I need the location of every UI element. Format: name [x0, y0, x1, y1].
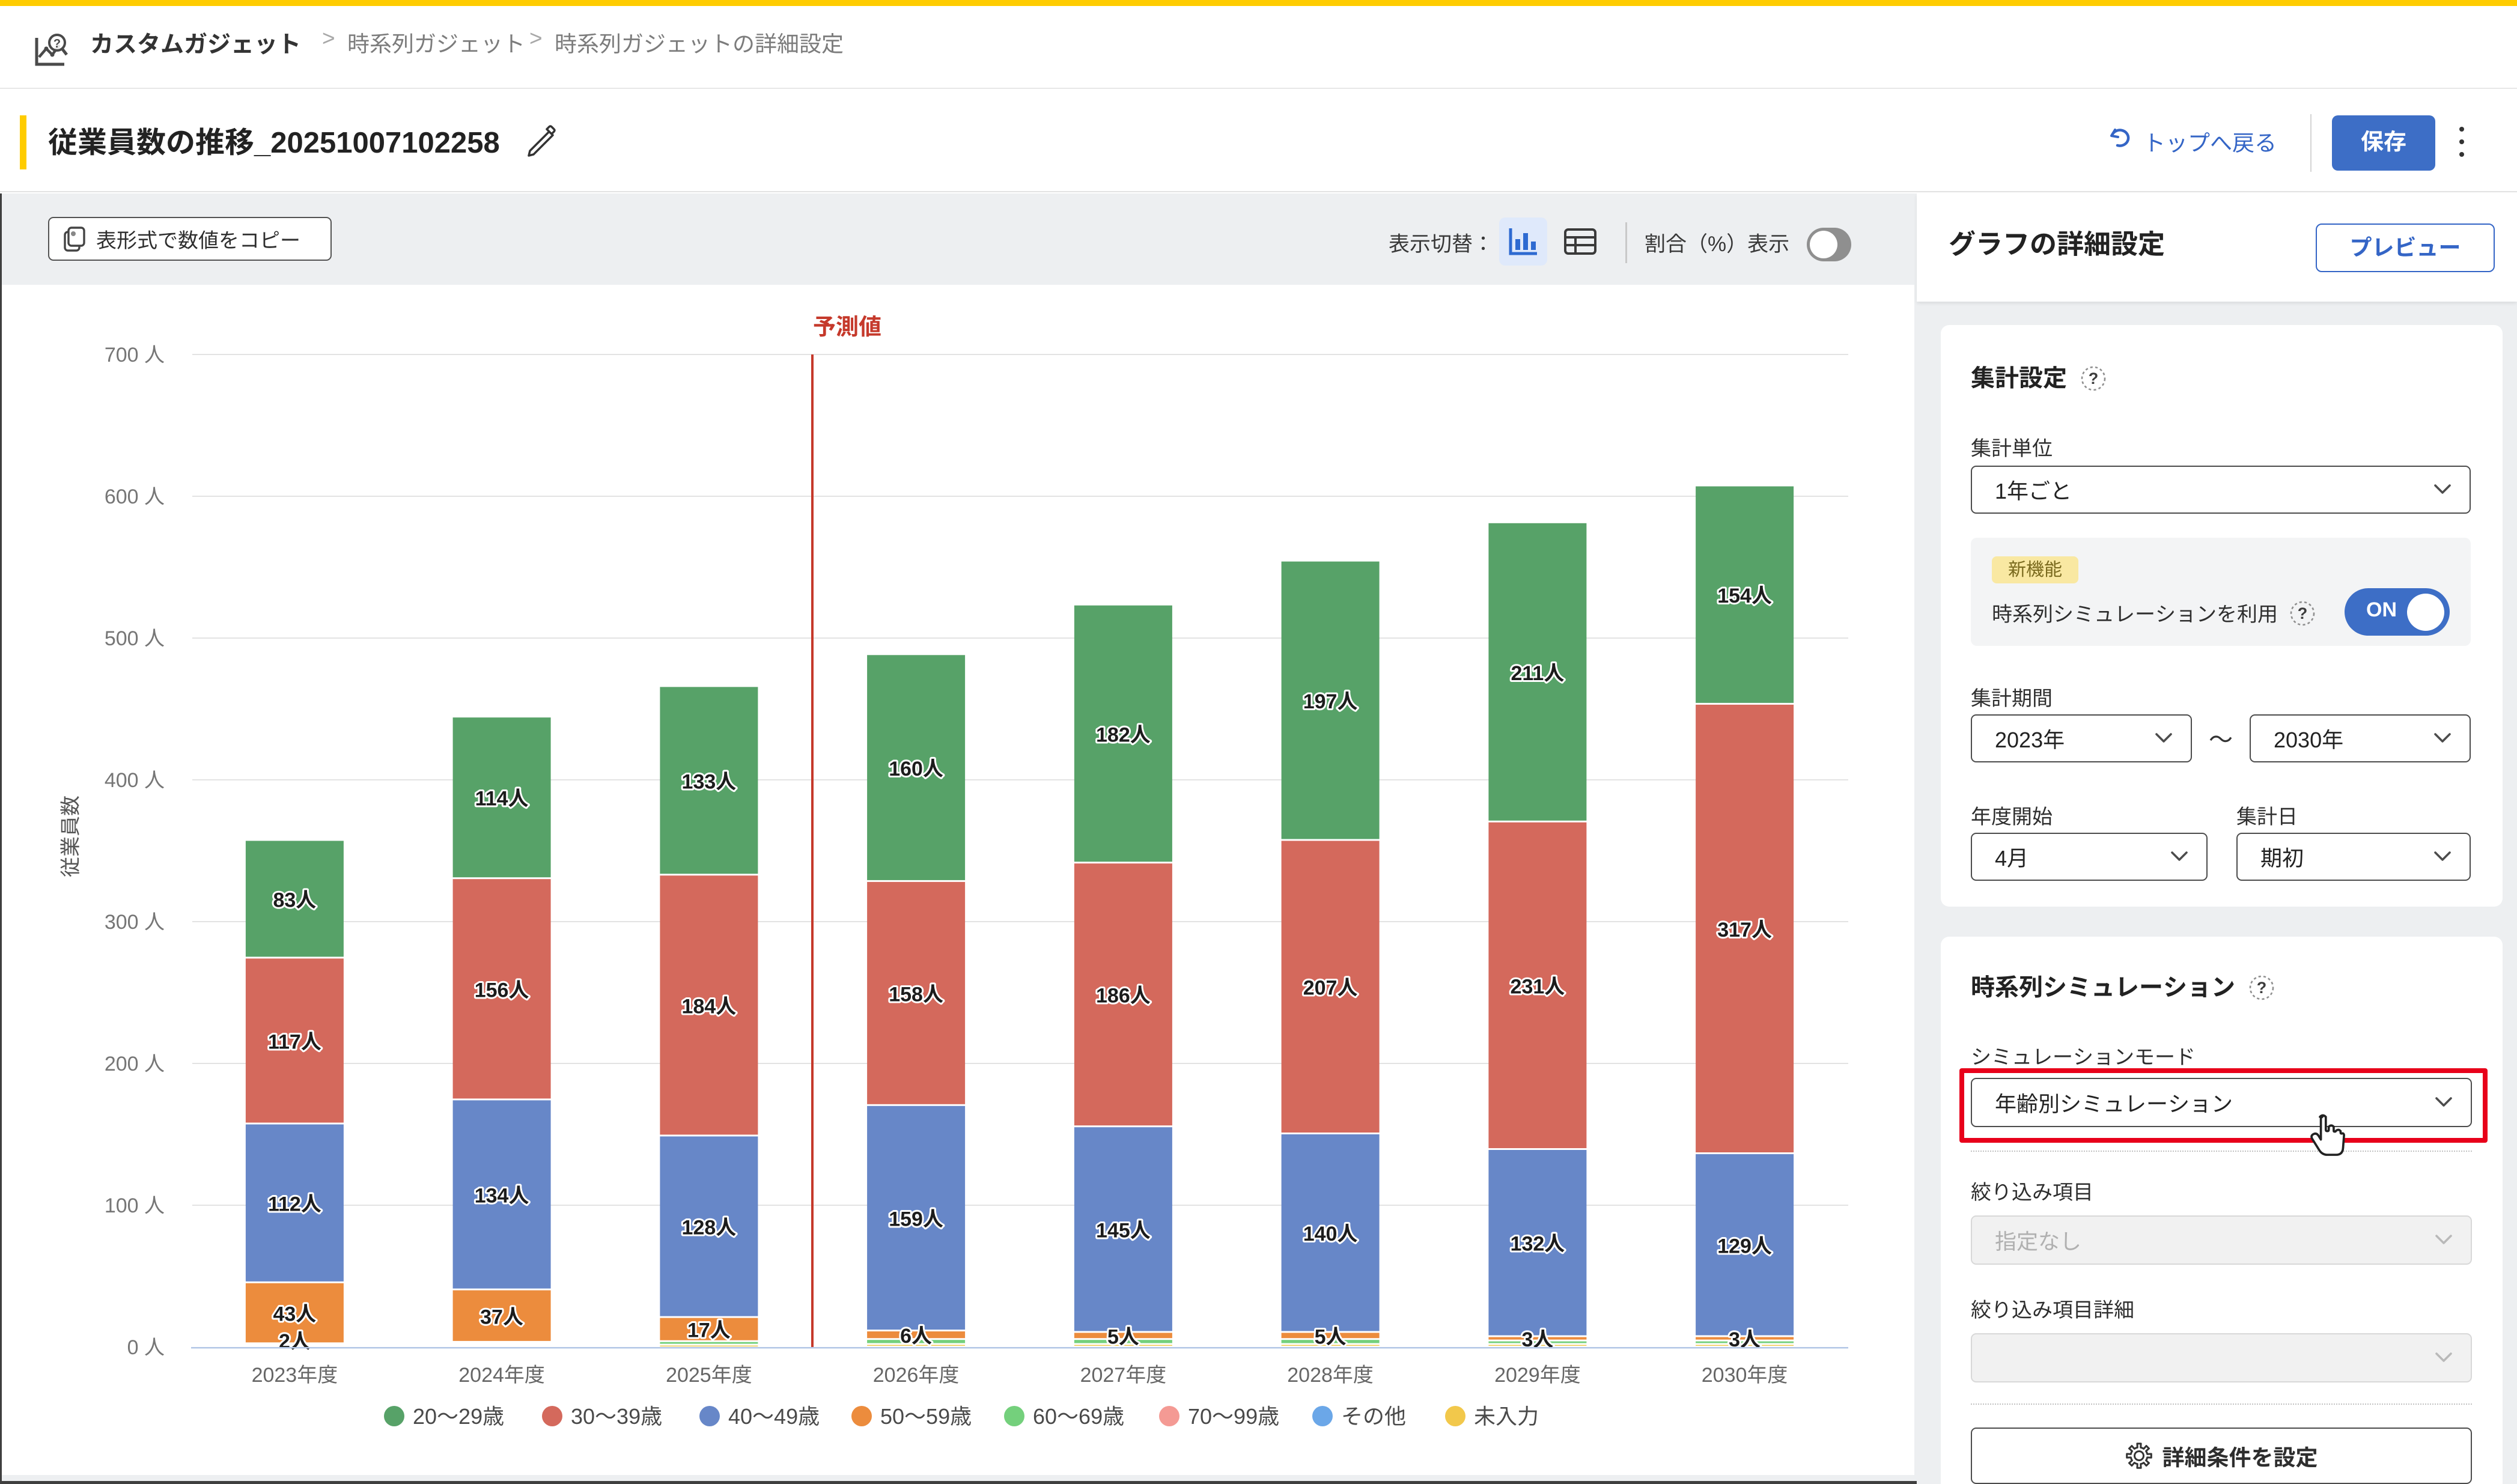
svg-text:117人: 117人: [268, 1030, 321, 1053]
svg-text:50〜59歳: 50〜59歳: [880, 1404, 972, 1429]
svg-text:2023年度: 2023年度: [252, 1364, 338, 1387]
svg-text:128人: 128人: [682, 1217, 737, 1239]
svg-text:5人: 5人: [1107, 1325, 1139, 1348]
svg-text:60〜69歳: 60〜69歳: [1033, 1404, 1124, 1429]
svg-text:133人: 133人: [682, 770, 737, 793]
svg-text:20〜29歳: 20〜29歳: [413, 1404, 504, 1429]
svg-text:197人: 197人: [1303, 690, 1358, 713]
svg-text:未入力: 未入力: [1474, 1404, 1539, 1429]
svg-text:2025年度: 2025年度: [666, 1364, 752, 1387]
svg-text:114人: 114人: [475, 788, 529, 810]
svg-text:231人: 231人: [1511, 975, 1565, 998]
svg-text:184人: 184人: [682, 995, 737, 1018]
svg-text:132人: 132人: [1511, 1233, 1565, 1256]
svg-text:211人: 211人: [1511, 662, 1564, 685]
svg-text:43人: 43人: [273, 1303, 316, 1326]
svg-text:70〜99歳: 70〜99歳: [1188, 1404, 1279, 1429]
svg-text:129人: 129人: [1717, 1235, 1772, 1257]
svg-text:154人: 154人: [1717, 585, 1772, 607]
svg-text:159人: 159人: [889, 1208, 943, 1230]
svg-text:160人: 160人: [889, 758, 943, 780]
svg-text:2029年度: 2029年度: [1494, 1364, 1581, 1387]
svg-text:0 人: 0 人: [127, 1336, 165, 1359]
svg-text:134人: 134人: [475, 1185, 529, 1208]
svg-text:2024年度: 2024年度: [458, 1364, 545, 1387]
svg-text:?: ?: [2298, 604, 2308, 622]
svg-text:140人: 140人: [1303, 1223, 1358, 1245]
svg-text:100 人: 100 人: [105, 1194, 165, 1217]
svg-text:5人: 5人: [1315, 1325, 1347, 1348]
svg-text:2030年度: 2030年度: [1702, 1364, 1788, 1387]
svg-text:112人: 112人: [268, 1193, 321, 1216]
svg-text:その他: その他: [1341, 1404, 1406, 1429]
svg-text:145人: 145人: [1096, 1219, 1151, 1242]
svg-text:156人: 156人: [475, 979, 529, 1002]
svg-text:182人: 182人: [1096, 724, 1151, 747]
svg-text:17人: 17人: [687, 1319, 731, 1342]
svg-text:2人: 2人: [279, 1330, 311, 1353]
svg-text:40〜49歳: 40〜49歳: [728, 1404, 820, 1429]
svg-text:予測値: 予測値: [813, 315, 881, 340]
svg-text:?: ?: [2089, 369, 2099, 388]
svg-text:500 人: 500 人: [105, 627, 165, 650]
svg-text:300 人: 300 人: [105, 911, 165, 934]
svg-text:700 人: 700 人: [105, 344, 165, 366]
svg-text:600 人: 600 人: [105, 485, 165, 508]
svg-text:6人: 6人: [900, 1325, 932, 1348]
svg-text:317人: 317人: [1717, 919, 1772, 941]
svg-text:186人: 186人: [1096, 985, 1151, 1008]
svg-text:200 人: 200 人: [105, 1053, 165, 1075]
svg-text:30〜39歳: 30〜39歳: [571, 1404, 662, 1429]
svg-text:2027年度: 2027年度: [1080, 1364, 1167, 1387]
svg-text:2028年度: 2028年度: [1287, 1364, 1374, 1387]
svg-text:400 人: 400 人: [105, 769, 165, 792]
svg-text:従業員数: 従業員数: [59, 795, 82, 877]
svg-text:37人: 37人: [480, 1306, 523, 1328]
svg-text:?: ?: [2257, 979, 2267, 997]
svg-text:2026年度: 2026年度: [873, 1364, 960, 1387]
svg-text:207人: 207人: [1303, 977, 1358, 1000]
svg-text:83人: 83人: [273, 889, 316, 911]
svg-text:158人: 158人: [889, 983, 943, 1006]
